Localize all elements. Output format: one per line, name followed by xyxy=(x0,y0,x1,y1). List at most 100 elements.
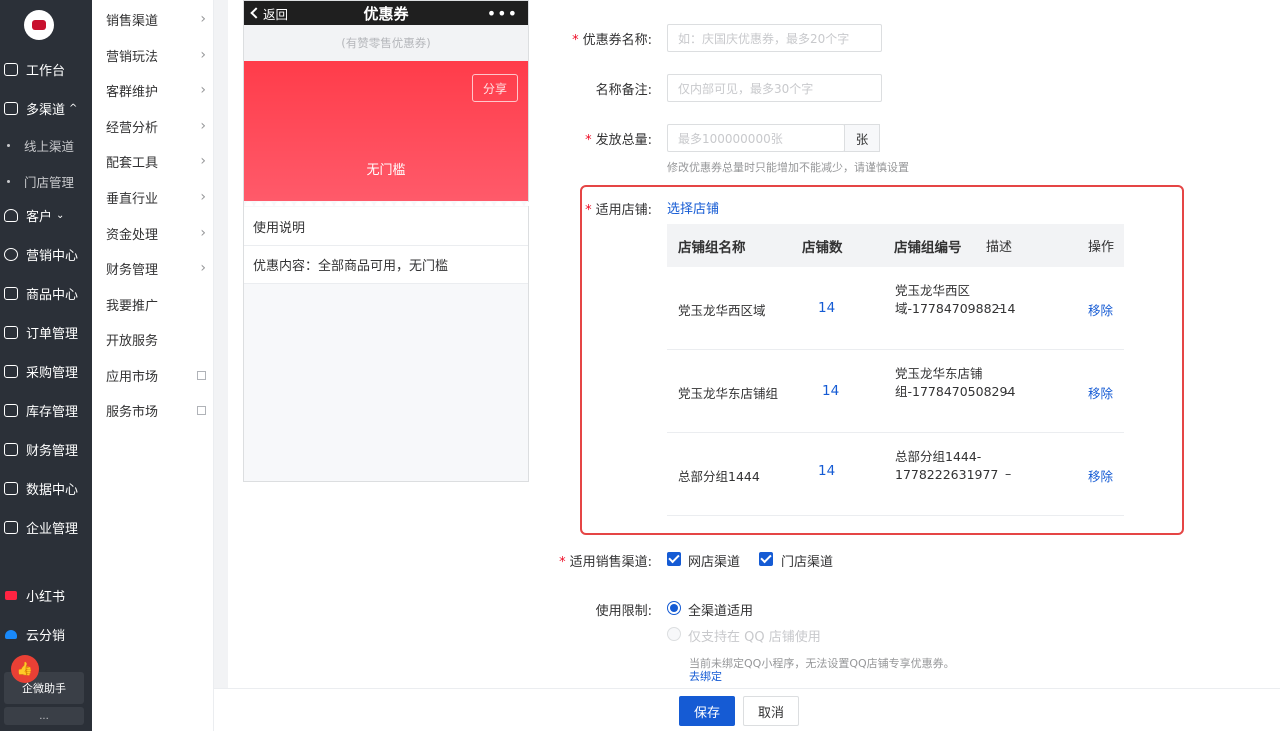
table-header: 店铺组名称 店铺数 店铺组编号 描述 操作 xyxy=(667,224,1124,267)
label-text: 发放总量: xyxy=(595,133,652,148)
label-text: 适用销售渠道: xyxy=(569,555,652,570)
store-count[interactable]: 14 xyxy=(818,463,835,479)
nav-label: 财务管理 xyxy=(26,443,79,459)
nav-label: 订单管理 xyxy=(26,326,79,342)
bag-icon xyxy=(4,286,18,300)
menu-item-service-market[interactable]: 服务市场 xyxy=(106,398,206,422)
menu-item-tools[interactable]: 配套工具 › xyxy=(106,149,206,173)
nav-store-management[interactable]: 门店管理 xyxy=(0,168,92,194)
menu-label: 服务市场 xyxy=(106,404,159,420)
menu-item-vertical-industry[interactable]: 垂直行业 › xyxy=(106,185,206,209)
col-count-header: 店铺数 xyxy=(802,239,843,256)
nav-label: 库存管理 xyxy=(26,404,79,420)
total-hint: 修改优惠券总量时只能增加不能减少，请谨慎设置 xyxy=(667,161,909,174)
nav-online-channel[interactable]: 线上渠道 xyxy=(0,132,92,158)
bind-qq-link[interactable]: 去绑定 xyxy=(689,668,722,684)
nav-xiaohongshu[interactable]: 小红书 xyxy=(0,582,92,608)
nav-cloud-distribution[interactable]: 云分销 xyxy=(0,621,92,647)
col-desc-header: 描述 xyxy=(986,240,1013,255)
nav-label: 客户 xyxy=(26,209,53,225)
thumbs-up-icon[interactable]: 👍 xyxy=(11,655,39,683)
remove-link[interactable]: 移除 xyxy=(1088,466,1113,485)
preview-title: 优惠券 xyxy=(363,4,409,23)
menu-label: 应用市场 xyxy=(106,369,159,385)
cloud-icon xyxy=(5,629,17,639)
coupon-condition: 无门槛 xyxy=(366,163,406,178)
preview-subtitle: (有赞零售优惠券) xyxy=(244,25,528,61)
store-group-desc: – xyxy=(997,300,1004,315)
menu-item-open-service[interactable]: 开放服务 xyxy=(106,327,206,351)
nav-label: 线上渠道 xyxy=(24,138,75,154)
nav-finance[interactable]: 财务管理 xyxy=(0,436,92,462)
menu-item-funds[interactable]: 资金处理 › xyxy=(106,221,206,245)
nav-label: 采购管理 xyxy=(26,365,79,381)
nav-label: 商品中心 xyxy=(26,287,79,303)
menu-label: 垂直行业 xyxy=(106,191,159,207)
save-button[interactable]: 保存 xyxy=(679,696,735,726)
total-unit: 张 xyxy=(844,124,880,152)
required-mark: * xyxy=(559,555,566,570)
store-count[interactable]: 14 xyxy=(818,300,835,316)
nav-data-center[interactable]: 数据中心 xyxy=(0,475,92,501)
chevron-right-icon: › xyxy=(200,11,206,27)
menu-item-business-analysis[interactable]: 经营分析 › xyxy=(106,114,206,138)
remark-input[interactable]: 仅内部可见，最多30个字 xyxy=(667,74,882,102)
table-row: 总部分组1444 14 总部分组1444-1778222631977 – 移除 xyxy=(667,433,1124,516)
menu-item-marketing-play[interactable]: 营销玩法 › xyxy=(106,43,206,67)
limit-label: 使用限制: xyxy=(595,604,652,619)
online-channel-label: 网店渠道 xyxy=(688,555,741,570)
shop-logo[interactable] xyxy=(24,10,54,40)
col-name-header: 店铺组名称 xyxy=(678,239,746,256)
chevron-right-icon: › xyxy=(200,153,206,169)
nav-inventory[interactable]: 库存管理 xyxy=(0,397,92,423)
store-group-name: 总部分组1444 xyxy=(678,469,760,484)
menu-item-finance[interactable]: 财务管理 › xyxy=(106,256,206,280)
nav-products[interactable]: 商品中心 xyxy=(0,280,92,306)
nav-enterprise[interactable]: 企业管理 xyxy=(0,514,92,540)
total-input[interactable]: 最多100000000张 xyxy=(667,124,845,152)
usage-content: 优惠内容：全部商品可用，无门槛 xyxy=(244,246,528,284)
usage-content-text: 优惠内容：全部商品可用，无门槛 xyxy=(253,259,449,274)
chevron-right-icon: › xyxy=(200,82,206,98)
menu-item-promote[interactable]: 我要推广 xyxy=(106,292,206,316)
nav-orders[interactable]: 订单管理 xyxy=(0,319,92,345)
menu-item-sales-channel[interactable]: 销售渠道 › xyxy=(106,7,206,31)
coupon-name-input[interactable]: 如：庆国庆优惠券，最多20个字 xyxy=(667,24,882,52)
nav-label: 企业管理 xyxy=(26,521,79,537)
external-link-icon xyxy=(197,405,206,415)
nav-label: 工作台 xyxy=(26,63,66,79)
menu-label: 我要推广 xyxy=(106,298,159,314)
menu-item-app-market[interactable]: 应用市场 xyxy=(106,363,206,387)
menu-label: 配套工具 xyxy=(106,155,159,171)
qq-only-radio xyxy=(667,627,681,641)
table-row: 党玉龙华西区域 14 党玉龙华西区域-1778470988214 – 移除 xyxy=(667,267,1124,350)
menu-label: 经营分析 xyxy=(106,120,159,136)
nav-purchasing[interactable]: 采购管理 xyxy=(0,358,92,384)
coupon-card: 分享 无门槛 xyxy=(244,61,530,206)
menu-label: 资金处理 xyxy=(106,227,159,243)
online-channel-checkbox[interactable] xyxy=(667,552,681,566)
cancel-button[interactable]: 取消 xyxy=(743,696,799,726)
store-group-code: 总部分组1444-1778222631977 xyxy=(895,449,999,482)
more-button[interactable]: ... xyxy=(4,707,84,725)
remove-link[interactable]: 移除 xyxy=(1088,383,1113,402)
store-channel-checkbox[interactable] xyxy=(759,552,773,566)
channel-label: * 适用销售渠道: xyxy=(545,551,652,570)
remove-link[interactable]: 移除 xyxy=(1088,300,1113,319)
nav-customer[interactable]: 客户 ⌄ xyxy=(0,202,92,228)
logo-mark-icon xyxy=(32,20,46,30)
table-row: 党玉龙华东店铺组 14 党玉龙华东店铺组-1778470508294 – 移除 xyxy=(667,350,1124,433)
nav-workbench[interactable]: 工作台 xyxy=(0,56,92,82)
all-channels-radio[interactable] xyxy=(667,601,681,615)
nav-multichannel[interactable]: 多渠道 ^ xyxy=(0,95,92,121)
nav-label: 小红书 xyxy=(26,589,66,605)
nav-label: 数据中心 xyxy=(26,482,79,498)
nav-marketing[interactable]: 营销中心 xyxy=(0,241,92,267)
store-count[interactable]: 14 xyxy=(822,383,839,399)
chevron-up-icon: ^ xyxy=(69,102,78,114)
xiaohongshu-icon xyxy=(5,590,17,600)
menu-label: 开放服务 xyxy=(106,333,159,349)
coupon-edge xyxy=(244,196,530,206)
menu-item-customer-groups[interactable]: 客群维护 › xyxy=(106,78,206,102)
main-nav-rail: 工作台 多渠道 ^ 线上渠道 门店管理 客户 ⌄ 营销中心 商品中心 订单管理 采购… xyxy=(0,0,92,731)
